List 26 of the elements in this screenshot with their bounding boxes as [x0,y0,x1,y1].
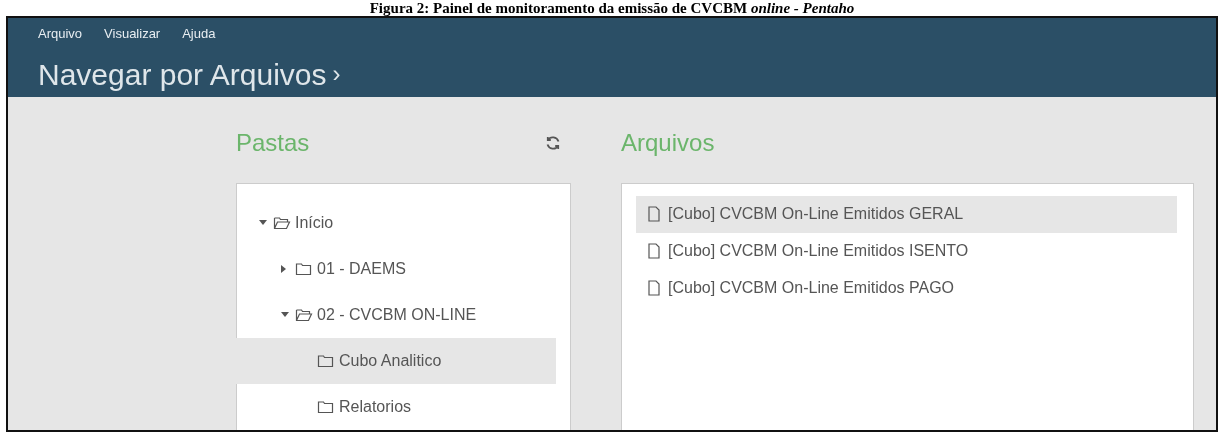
caret-icon[interactable] [281,312,289,317]
panel-title: Pastas [236,127,310,158]
panel-title: Arquivos [621,127,715,158]
tree-item[interactable]: 02 - CVCBM ON-LINE [237,291,556,338]
file-icon [648,280,660,296]
figure-caption: Figura 2: Painel de monitoramento da emissão de CVCBM online - Pentaho [368,0,856,16]
file-icon [648,206,660,222]
file-item[interactable]: [Cubo] CVCBM On-Line Emitidos ISENTO [636,232,1177,270]
tree-item[interactable]: 01 - DAEMS [237,245,556,292]
menu-item[interactable]: Ajuda [182,24,216,44]
folder-icon [295,260,313,277]
file-icon [648,243,660,259]
refresh-icon[interactable] [545,134,561,151]
folder-icon [273,214,291,231]
file-item[interactable]: [Cubo] CVCBM On-Line Emitidos PAGO [636,269,1177,307]
folder-icon [317,398,335,415]
chevron-icon[interactable]: › [332,56,341,92]
menu-item[interactable]: Visualizar [104,24,161,44]
menu-item[interactable]: Arquivo [38,24,83,44]
folder-icon [295,306,313,323]
tree-item[interactable]: Relatorios [210,383,556,430]
tree-item[interactable]: Início [237,199,556,246]
file-item[interactable]: [Cubo] CVCBM On-Line Emitidos GERAL [636,195,1177,233]
caret-icon[interactable] [259,220,267,225]
page-title: Navegar por Arquivos [38,56,327,93]
folder-icon [317,352,335,369]
